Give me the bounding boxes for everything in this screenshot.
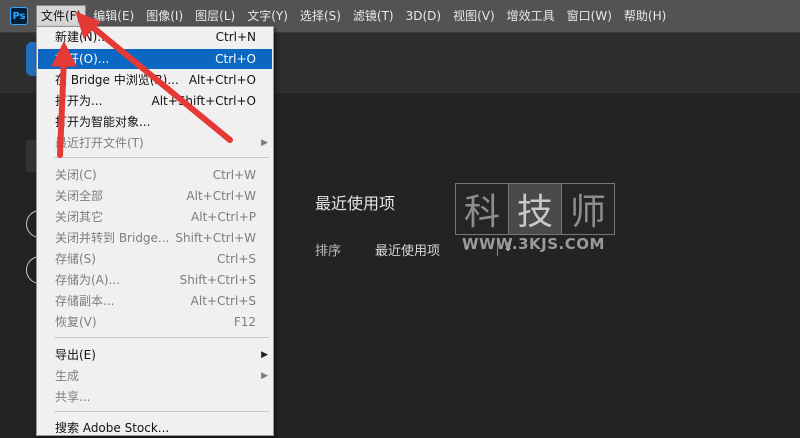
menu-item-label: 生成: [55, 369, 80, 383]
menu-item-open-as[interactable]: 打开为... Alt+Shift+Ctrl+O: [38, 91, 272, 111]
menu-item-browse-bridge[interactable]: 在 Bridge 中浏览(B)... Alt+Ctrl+O: [38, 70, 272, 90]
menu-item-label: 关闭(C): [55, 168, 97, 182]
menu-item-label: 存储为(A)...: [55, 273, 121, 287]
menu-item-search-adobe-stock[interactable]: 搜索 Adobe Stock...: [38, 418, 272, 438]
menu-item-shortcut: Ctrl+W: [212, 168, 256, 182]
menu-item-label: 存储副本...: [55, 294, 115, 308]
photoshop-logo-icon[interactable]: Ps: [10, 7, 28, 25]
menu-select[interactable]: 选择(S): [295, 5, 346, 27]
menu-item-label: 关闭全部: [55, 189, 104, 203]
menu-item-share[interactable]: 共享...: [38, 387, 272, 407]
menu-item-close-go-bridge[interactable]: 关闭并转到 Bridge... Shift+Ctrl+W: [38, 228, 272, 248]
menu-type[interactable]: 文字(Y): [242, 5, 293, 27]
menu-item-save[interactable]: 存储(S) Ctrl+S: [38, 249, 272, 269]
menu-item-shortcut: Ctrl+S: [216, 252, 256, 266]
menu-item-label: 打开为...: [55, 94, 103, 108]
menu-window[interactable]: 窗口(W): [562, 5, 617, 27]
sort-label: 排序: [315, 244, 342, 259]
menu-item-shortcut: Alt+Ctrl+P: [191, 210, 256, 224]
menu-item-shortcut: Alt+Ctrl+O: [188, 73, 256, 87]
submenu-arrow-icon: ▶: [261, 350, 268, 360]
menu-item-shortcut: Alt+Ctrl+S: [190, 294, 256, 308]
menu-3d[interactable]: 3D(D): [401, 5, 446, 27]
menu-item-open[interactable]: 打开(O)... Ctrl+O: [38, 49, 272, 69]
menu-item-open-recent[interactable]: 最近打开文件(T) ▶: [38, 133, 272, 153]
menu-item-close[interactable]: 关闭(C) Ctrl+W: [38, 165, 272, 185]
menu-separator: [54, 411, 269, 412]
submenu-arrow-icon: ▶: [261, 138, 268, 148]
menu-item-label: 打开(O)...: [55, 52, 110, 66]
menu-item-label: 在 Bridge 中浏览(B)...: [55, 73, 179, 87]
file-menu-dropdown: 新建(N)... Ctrl+N 打开(O)... Ctrl+O 在 Bridge…: [36, 26, 274, 436]
menu-plugins[interactable]: 增效工具: [502, 5, 560, 27]
menu-item-open-smart-object[interactable]: 打开为智能对象...: [38, 112, 272, 132]
menu-item-new[interactable]: 新建(N)... Ctrl+N: [38, 27, 272, 47]
menu-item-shortcut: Shift+Ctrl+W: [175, 231, 256, 245]
menu-item-save-copy[interactable]: 存储副本... Alt+Ctrl+S: [38, 291, 272, 311]
menu-item-close-others[interactable]: 关闭其它 Alt+Ctrl+P: [38, 207, 272, 227]
menu-item-generate[interactable]: 生成 ▶: [38, 366, 272, 386]
menu-item-shortcut: Alt+Ctrl+W: [186, 189, 256, 203]
menu-image[interactable]: 图像(I): [141, 5, 188, 27]
watermark-char: 科: [456, 184, 509, 234]
submenu-arrow-icon: ▶: [261, 371, 268, 381]
menu-separator: [54, 337, 269, 338]
menu-item-label: 最近打开文件(T): [55, 136, 144, 150]
menu-item-label: 关闭其它: [55, 210, 104, 224]
menu-file[interactable]: 文件(F): [36, 5, 87, 27]
watermark-char: 技: [509, 184, 562, 234]
menu-help[interactable]: 帮助(H): [619, 5, 671, 27]
menu-layer[interactable]: 图层(L): [190, 5, 240, 27]
menu-item-save-as[interactable]: 存储为(A)... Shift+Ctrl+S: [38, 270, 272, 290]
menu-item-label: 新建(N)...: [55, 30, 109, 44]
menu-view[interactable]: 视图(V): [448, 5, 500, 27]
menu-item-shortcut: Ctrl+N: [215, 30, 256, 44]
sort-dropdown[interactable]: 最近使用项: [375, 240, 440, 259]
menu-filter[interactable]: 滤镜(T): [348, 5, 399, 27]
menu-item-export[interactable]: 导出(E) ▶: [38, 345, 272, 365]
watermark-url: WWW.3KJS.COM: [462, 235, 605, 253]
menu-item-revert[interactable]: 恢复(V) F12: [38, 312, 272, 332]
menu-item-label: 恢复(V): [55, 315, 97, 329]
menu-item-shortcut: Ctrl+O: [215, 52, 256, 66]
recent-title: 最近使用项: [315, 194, 396, 213]
menu-item-label: 打开为智能对象...: [55, 115, 151, 129]
menu-item-label: 搜索 Adobe Stock...: [55, 421, 170, 435]
menu-item-shortcut: Shift+Ctrl+S: [179, 273, 256, 287]
menu-item-shortcut: F12: [233, 315, 256, 329]
menu-item-label: 存储(S): [55, 252, 96, 266]
watermark-char: 师: [569, 192, 606, 233]
menu-item-close-all[interactable]: 关闭全部 Alt+Ctrl+W: [38, 186, 272, 206]
menu-item-label: 关闭并转到 Bridge...: [55, 231, 170, 245]
menu-edit[interactable]: 编辑(E): [88, 5, 139, 27]
menu-separator: [54, 157, 269, 158]
menu-item-label: 导出(E): [55, 348, 96, 362]
watermark-logo: 科 技 师: [455, 183, 615, 235]
menu-item-shortcut: Alt+Shift+Ctrl+O: [151, 94, 256, 108]
menu-item-label: 共享...: [55, 390, 91, 404]
